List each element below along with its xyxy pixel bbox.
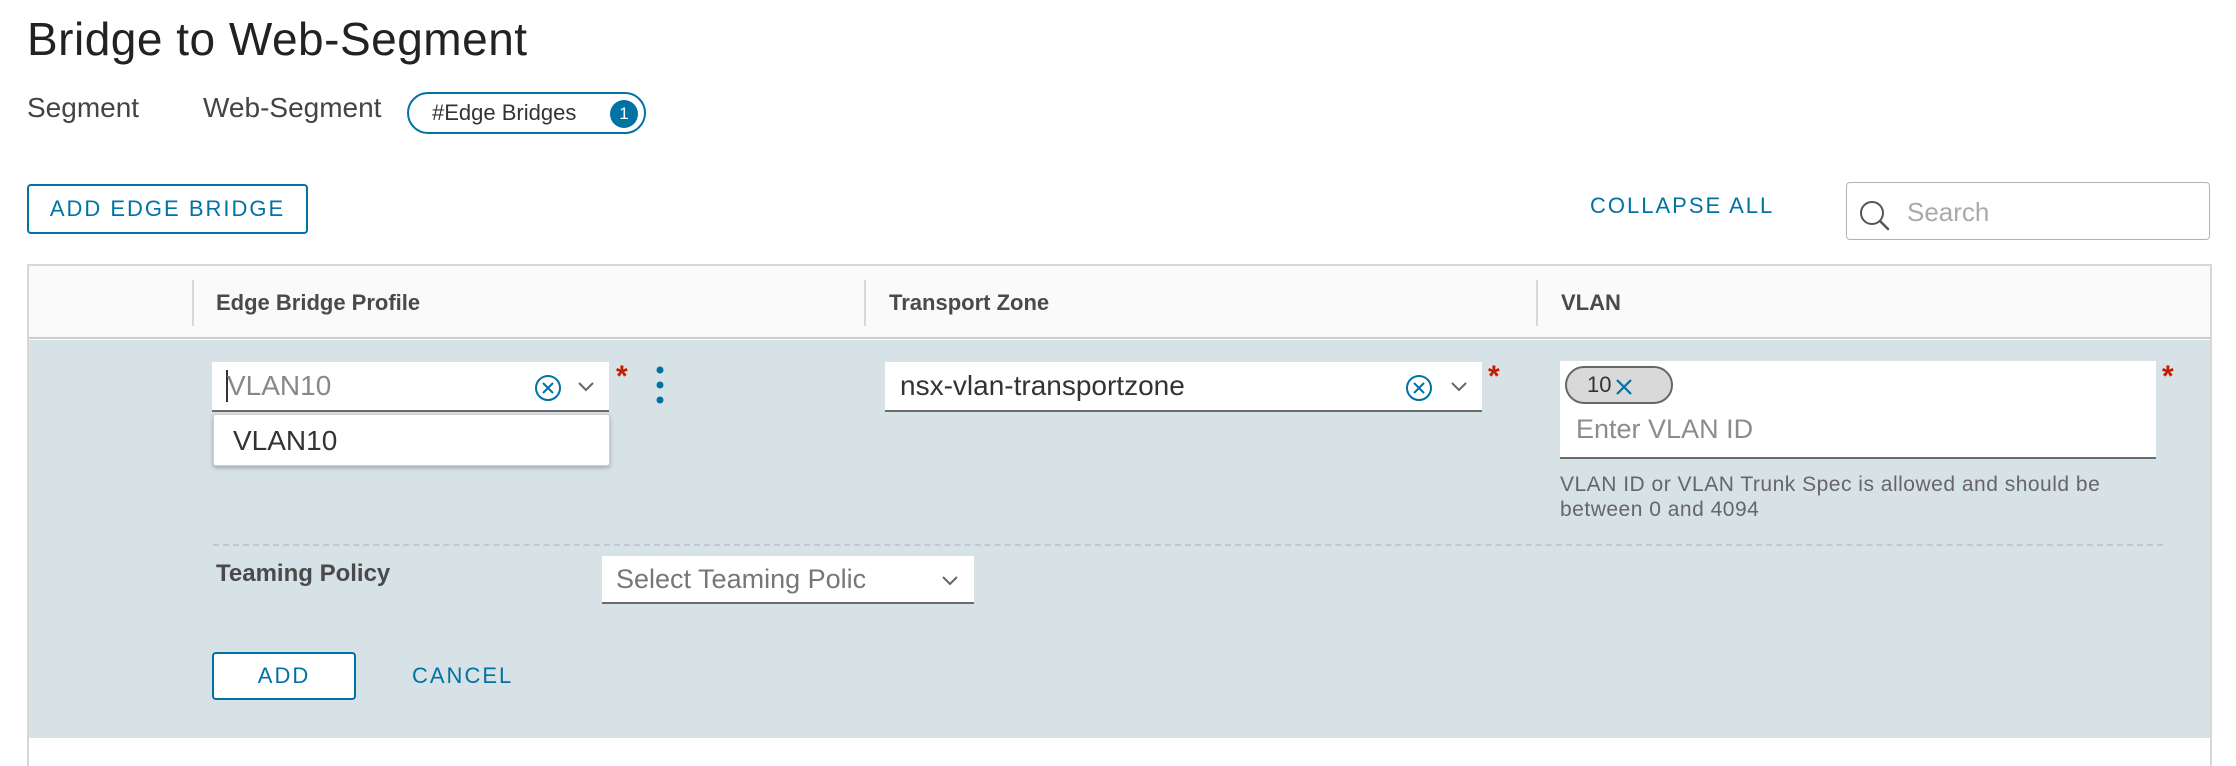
clear-circle-icon[interactable]: [1405, 374, 1433, 402]
edge-bridges-count-badge: 1: [610, 100, 638, 128]
edge-bridges-pill-label: #Edge Bridges: [432, 100, 577, 125]
edge-bridge-profile-value: VLAN10: [227, 370, 332, 401]
edge-bridge-profile-dropdown: VLAN10: [213, 414, 610, 466]
edge-bridge-profile-combobox[interactable]: VLAN10: [212, 362, 609, 412]
vlan-chip-label: 10: [1587, 372, 1612, 397]
breadcrumb-segment-label: Segment: [27, 92, 140, 123]
transport-zone-value: nsx-vlan-transportzone: [900, 370, 1185, 401]
page-title: Bridge to Web-Segment: [27, 13, 528, 65]
divider: [213, 544, 2163, 546]
column-separator: [1536, 280, 1538, 326]
close-icon[interactable]: [1615, 378, 1633, 396]
vertical-ellipsis-icon[interactable]: [655, 366, 665, 406]
search-input[interactable]: [1905, 193, 2195, 231]
clear-circle-icon[interactable]: [534, 374, 562, 402]
teaming-policy-select[interactable]: Select Teaming Polic: [602, 556, 974, 604]
vlan-id-input[interactable]: [1574, 409, 2134, 449]
transport-zone-combobox[interactable]: nsx-vlan-transportzone: [885, 362, 1482, 412]
required-asterisk: *: [616, 360, 628, 393]
add-button[interactable]: ADD: [212, 652, 356, 700]
breadcrumb-segment-name: Web-Segment: [203, 92, 382, 123]
column-header-vlan: VLAN: [1561, 290, 1621, 315]
column-header-transport-zone: Transport Zone: [889, 290, 1050, 315]
column-separator: [864, 280, 866, 326]
required-asterisk: *: [2162, 360, 2174, 393]
vlan-input-box[interactable]: 10: [1560, 361, 2156, 459]
vlan-helper-text: VLAN ID or VLAN Trunk Spec is allowed an…: [1560, 473, 2101, 521]
add-edge-bridge-button[interactable]: ADD EDGE BRIDGE: [27, 184, 308, 234]
collapse-all-button[interactable]: COLLAPSE ALL: [1590, 193, 1774, 219]
required-asterisk: *: [1488, 360, 1500, 393]
vlan-chip: 10: [1565, 366, 1673, 404]
chevron-down-icon: [942, 576, 958, 586]
chevron-down-icon[interactable]: [1449, 376, 1469, 396]
teaming-policy-label: Teaming Policy: [216, 560, 391, 587]
column-separator: [192, 280, 194, 326]
dropdown-option[interactable]: VLAN10: [233, 425, 609, 457]
search-icon: [1860, 201, 1890, 231]
edge-bridges-pill[interactable]: #Edge Bridges 1: [407, 92, 646, 134]
column-header-edge-bridge-profile: Edge Bridge Profile: [216, 290, 421, 315]
cancel-button[interactable]: CANCEL: [412, 663, 513, 689]
search-box[interactable]: [1846, 182, 2210, 240]
chevron-down-icon[interactable]: [576, 376, 596, 396]
teaming-policy-placeholder: Select Teaming Polic: [616, 564, 867, 594]
